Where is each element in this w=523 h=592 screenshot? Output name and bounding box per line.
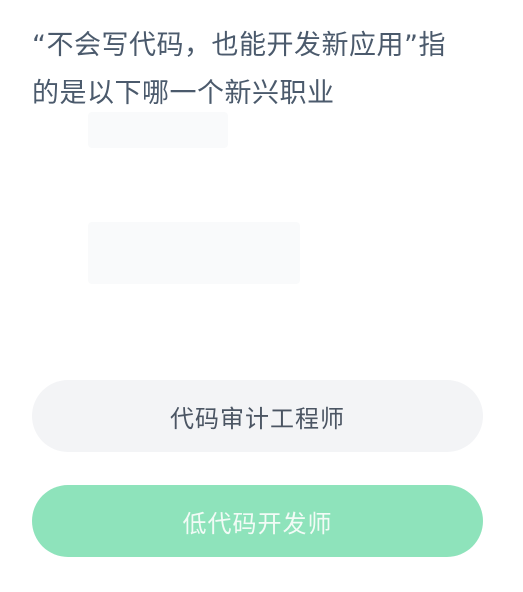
answer-option-label: 低代码开发师 — [182, 509, 333, 538]
question-line-2: 的是以下哪一个新兴职业 — [32, 78, 335, 109]
answer-option-label: 代码审计工程师 — [170, 404, 345, 433]
answer-option-1[interactable]: 代码审计工程师 — [32, 380, 483, 452]
answer-option-2-selected[interactable]: 低代码开发师 — [32, 485, 483, 557]
question-line-1: “不会写代码，也能开发新应用”指 — [32, 30, 446, 61]
question-text: “不会写代码，也能开发新应用”指 的是以下哪一个新兴职业 — [32, 22, 492, 118]
faded-background-block — [88, 112, 228, 148]
faded-background-block — [88, 222, 300, 284]
